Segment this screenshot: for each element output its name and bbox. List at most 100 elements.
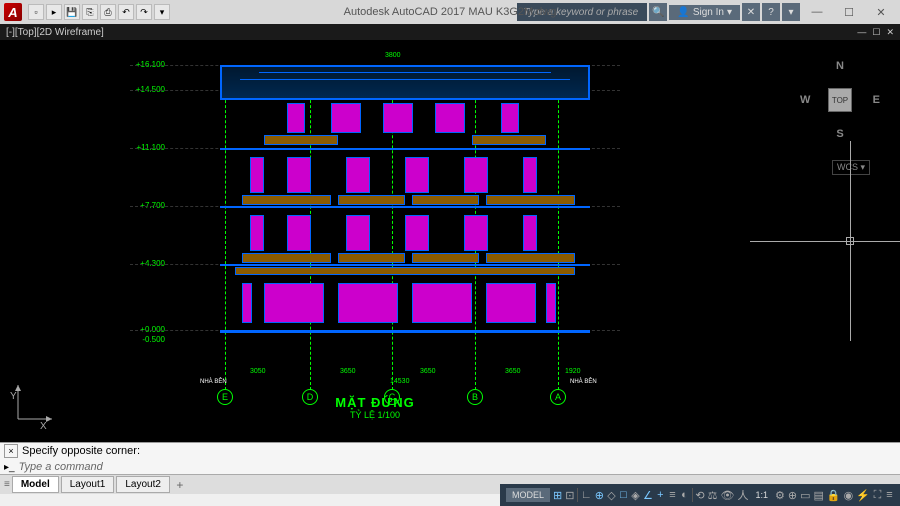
balcony xyxy=(486,195,575,205)
window xyxy=(501,103,519,133)
window xyxy=(405,215,429,251)
window xyxy=(383,103,413,133)
plot-icon[interactable]: ⎙ xyxy=(100,4,116,20)
minimize-button[interactable]: — xyxy=(802,3,832,21)
balcony xyxy=(264,135,338,145)
save-icon[interactable]: 💾 xyxy=(64,4,80,20)
help-dropdown-icon[interactable]: ▾ xyxy=(782,3,800,21)
cmdline-close-icon[interactable]: × xyxy=(4,444,18,458)
ortho-toggle-icon[interactable]: ∟ xyxy=(581,486,592,504)
3dosnap-icon[interactable]: ◈ xyxy=(631,486,640,504)
exchange-icon[interactable]: ✕ xyxy=(742,3,760,21)
dimension: 3800 xyxy=(385,52,401,59)
annotation-scale-icon[interactable]: ⚖ xyxy=(708,486,718,504)
dimension: 3650 xyxy=(340,368,356,375)
viewcube-west[interactable]: W xyxy=(800,94,810,106)
grid-label-right: NHÀ BÊN xyxy=(570,379,597,385)
customize-icon[interactable]: ≡ xyxy=(885,486,894,504)
dimension: 1920 xyxy=(565,368,581,375)
search-submit-icon[interactable]: 🔍 xyxy=(649,3,667,21)
viewcube-east[interactable]: E xyxy=(873,94,880,106)
redo-icon[interactable]: ↷ xyxy=(136,4,152,20)
autoscale-icon[interactable]: 人 xyxy=(737,486,748,504)
viewcube-top[interactable]: TOP xyxy=(828,88,852,112)
ucs-icon[interactable]: Y X xyxy=(10,377,60,432)
tab-model[interactable]: Model xyxy=(12,476,59,493)
selection-cycling-icon[interactable]: ⟲ xyxy=(695,486,704,504)
balcony xyxy=(412,253,479,263)
window xyxy=(346,215,370,251)
isolate-icon[interactable]: ◉ xyxy=(844,486,854,504)
hardware-accel-icon[interactable]: ⚡ xyxy=(856,486,870,504)
osnap-toggle-icon[interactable]: □ xyxy=(619,486,628,504)
units-icon[interactable]: ▭ xyxy=(800,486,810,504)
quick-access-toolbar: ▫ ▸ 💾 ⎘ ⎙ ↶ ↷ ▾ xyxy=(28,4,170,20)
app-logo[interactable]: A xyxy=(4,3,22,21)
floor-line xyxy=(220,206,590,208)
door xyxy=(242,283,252,323)
isodraft-icon[interactable]: ◇ xyxy=(607,486,616,504)
window xyxy=(523,215,537,251)
cleanscreen-icon[interactable]: ⛶ xyxy=(873,486,882,504)
window xyxy=(287,215,311,251)
wcs-dropdown[interactable]: WCS ▾ xyxy=(832,160,870,175)
workspace-icon[interactable]: ⚙ xyxy=(775,486,785,504)
undo-icon[interactable]: ↶ xyxy=(118,4,134,20)
viewcube[interactable]: N S E W TOP xyxy=(800,60,880,140)
window xyxy=(287,157,311,193)
vp-maximize-icon[interactable]: ☐ xyxy=(872,27,880,38)
annotation-visibility-icon[interactable]: 👁 xyxy=(721,486,735,504)
balcony xyxy=(338,195,405,205)
drawing-title-block: MẶT ĐỨNG TỶ LỆ 1/100 xyxy=(335,395,414,420)
viewcube-north[interactable]: N xyxy=(836,60,844,72)
elevation-mark: -0.500 xyxy=(120,335,165,344)
annotation-monitor-icon[interactable]: ⊕ xyxy=(788,486,797,504)
quickproperties-icon[interactable]: ▤ xyxy=(814,486,824,504)
signin-button[interactable]: 👤 Sign In ▾ xyxy=(669,5,740,20)
dynamic-input-icon[interactable]: + xyxy=(656,486,665,504)
balcony xyxy=(242,195,331,205)
viewport-label[interactable]: [-][Top][2D Wireframe] xyxy=(6,27,104,38)
balcony xyxy=(486,253,575,263)
balcony xyxy=(472,135,546,145)
maximize-button[interactable]: ☐ xyxy=(834,3,864,21)
drawing-canvas[interactable]: N S E W TOP WCS ▾ +16.100 +14.500 +11.10… xyxy=(0,40,900,442)
window xyxy=(287,103,305,133)
balcony xyxy=(412,195,479,205)
cornice xyxy=(235,267,575,275)
help-icon[interactable]: ? xyxy=(762,3,780,21)
cmdline-handle-icon[interactable]: ▸_ xyxy=(4,462,15,473)
storefront xyxy=(412,283,472,323)
viewcube-south[interactable]: S xyxy=(836,128,843,140)
close-button[interactable]: ✕ xyxy=(866,3,896,21)
tab-layout2[interactable]: Layout2 xyxy=(116,476,170,493)
command-line[interactable]: × Specify opposite corner: ▸_ Type a com… xyxy=(0,442,900,474)
vp-close-icon[interactable]: ✕ xyxy=(886,27,894,38)
floor-line xyxy=(220,264,590,266)
qat-dropdown-icon[interactable]: ▾ xyxy=(154,4,170,20)
new-icon[interactable]: ▫ xyxy=(28,4,44,20)
ucs-y-label: Y xyxy=(10,391,17,402)
lineweight-icon[interactable]: ≡ xyxy=(668,486,677,504)
tabs-menu-icon[interactable]: ≡ xyxy=(4,479,10,490)
lock-ui-icon[interactable]: 🔒 xyxy=(827,486,841,504)
snap-toggle-icon[interactable]: ⊡ xyxy=(565,486,574,504)
polar-toggle-icon[interactable]: ⊕ xyxy=(595,486,604,504)
modelspace-toggle[interactable]: MODEL xyxy=(506,488,550,502)
pickbox xyxy=(846,237,854,245)
annotation-scale-value[interactable]: 1:1 xyxy=(751,490,772,500)
storefront xyxy=(486,283,536,323)
grid-toggle-icon[interactable]: ⊞ xyxy=(553,486,562,504)
door xyxy=(546,283,556,323)
command-input[interactable]: Type a command xyxy=(19,461,103,473)
tab-layout1[interactable]: Layout1 xyxy=(61,476,115,493)
tab-add-button[interactable]: + xyxy=(172,477,188,493)
dimension: 3650 xyxy=(420,368,436,375)
open-icon[interactable]: ▸ xyxy=(46,4,62,20)
window xyxy=(464,215,488,251)
window xyxy=(464,157,488,193)
transparency-icon[interactable]: ◐ xyxy=(680,486,689,504)
otrack-toggle-icon[interactable]: ∠ xyxy=(643,486,653,504)
vp-minimize-icon[interactable]: — xyxy=(857,27,866,38)
saveas-icon[interactable]: ⎘ xyxy=(82,4,98,20)
